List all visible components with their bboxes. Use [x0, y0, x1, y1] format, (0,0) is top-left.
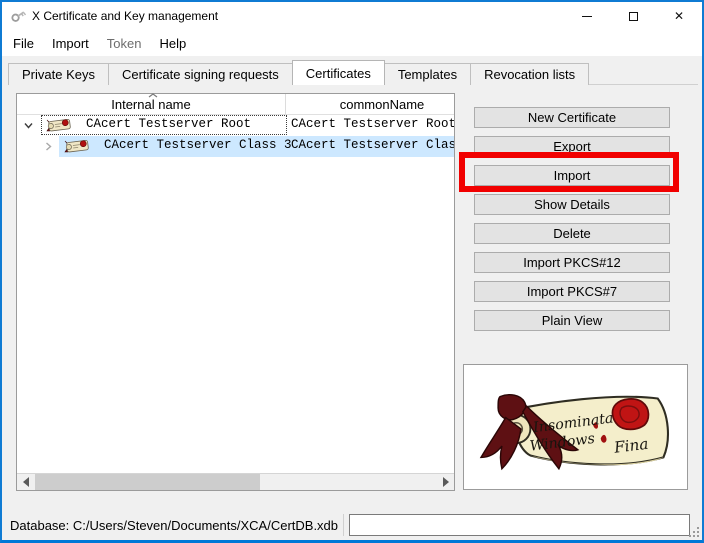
database-path-label: Database: C:/Users/Steven/Documents/XCA/… [10, 518, 338, 533]
certificate-icon [62, 137, 92, 155]
chevron-down-icon[interactable] [23, 120, 34, 131]
minimize-button[interactable] [564, 2, 610, 30]
new-certificate-button[interactable]: New Certificate [474, 107, 670, 128]
show-details-button[interactable]: Show Details [474, 194, 670, 215]
annotation-highlight-box [459, 152, 679, 192]
column-header-internal-name[interactable]: Internal name [17, 94, 286, 115]
minimize-icon [582, 16, 592, 17]
tab-certificates[interactable]: Certificates [292, 60, 385, 85]
status-bar: Database: C:/Users/Steven/Documents/XCA/… [2, 510, 702, 540]
close-icon: ✕ [674, 10, 684, 22]
tab-revocation-lists[interactable]: Revocation lists [470, 63, 589, 85]
tab-certificate-signing-requests[interactable]: Certificate signing requests [108, 63, 293, 85]
import-pkcs7-button[interactable]: Import PKCS#7 [474, 281, 670, 302]
certificate-table: Internal name commonName CAcert Testser [16, 93, 455, 491]
maximize-icon [629, 12, 638, 21]
window-title: X Certificate and Key management [32, 9, 218, 23]
delete-button[interactable]: Delete [474, 223, 670, 244]
menu-import[interactable]: Import [43, 32, 98, 55]
chevron-right-icon[interactable] [43, 141, 54, 152]
tab-bar: Private Keys Certificate signing request… [8, 60, 589, 85]
xca-logo-panel: Insominata Windows Fina [463, 364, 688, 490]
xca-scroll-logo: Insominata Windows Fina [471, 370, 681, 484]
horizontal-scrollbar[interactable] [17, 473, 454, 490]
cell-internal-name: CAcert Testserver Root [86, 117, 251, 131]
scroll-right-button[interactable] [437, 474, 454, 490]
scroll-left-button[interactable] [17, 474, 34, 490]
table-row[interactable]: CAcert Testserver Class 3 CAcert Testser… [17, 136, 454, 157]
column-header-common-name[interactable]: commonName [287, 94, 477, 115]
title-bar: X Certificate and Key management ✕ [2, 2, 702, 30]
scroll-right-icon [443, 477, 449, 487]
scrollbar-thumb[interactable] [35, 474, 260, 490]
maximize-button[interactable] [610, 2, 656, 30]
import-pkcs12-button[interactable]: Import PKCS#12 [474, 252, 670, 273]
table-row[interactable]: CAcert Testserver Root CAcert Testserver… [17, 115, 454, 136]
menu-bar: File Import Token Help [2, 30, 702, 56]
cell-common-name: CAcert Testserver Root [291, 117, 454, 131]
menu-help[interactable]: Help [151, 32, 196, 55]
cell-internal-name: CAcert Testserver Class 3 [104, 138, 292, 152]
table-header: Internal name commonName [17, 94, 454, 115]
sort-ascending-icon [148, 93, 158, 98]
key-icon [10, 8, 26, 24]
certificate-icon [44, 116, 74, 134]
scroll-left-icon [23, 477, 29, 487]
cell-common-name: CAcert Testserver Class 3 [291, 138, 454, 152]
menu-file[interactable]: File [4, 32, 43, 55]
tab-templates[interactable]: Templates [384, 63, 471, 85]
plain-view-button[interactable]: Plain View [474, 310, 670, 331]
search-input[interactable] [349, 514, 690, 536]
xca-window: X Certificate and Key management ✕ File … [0, 0, 704, 543]
resize-grip[interactable] [688, 526, 700, 538]
status-separator [343, 514, 344, 536]
tab-private-keys[interactable]: Private Keys [8, 63, 109, 85]
close-button[interactable]: ✕ [656, 2, 702, 30]
menu-token: Token [98, 32, 151, 55]
